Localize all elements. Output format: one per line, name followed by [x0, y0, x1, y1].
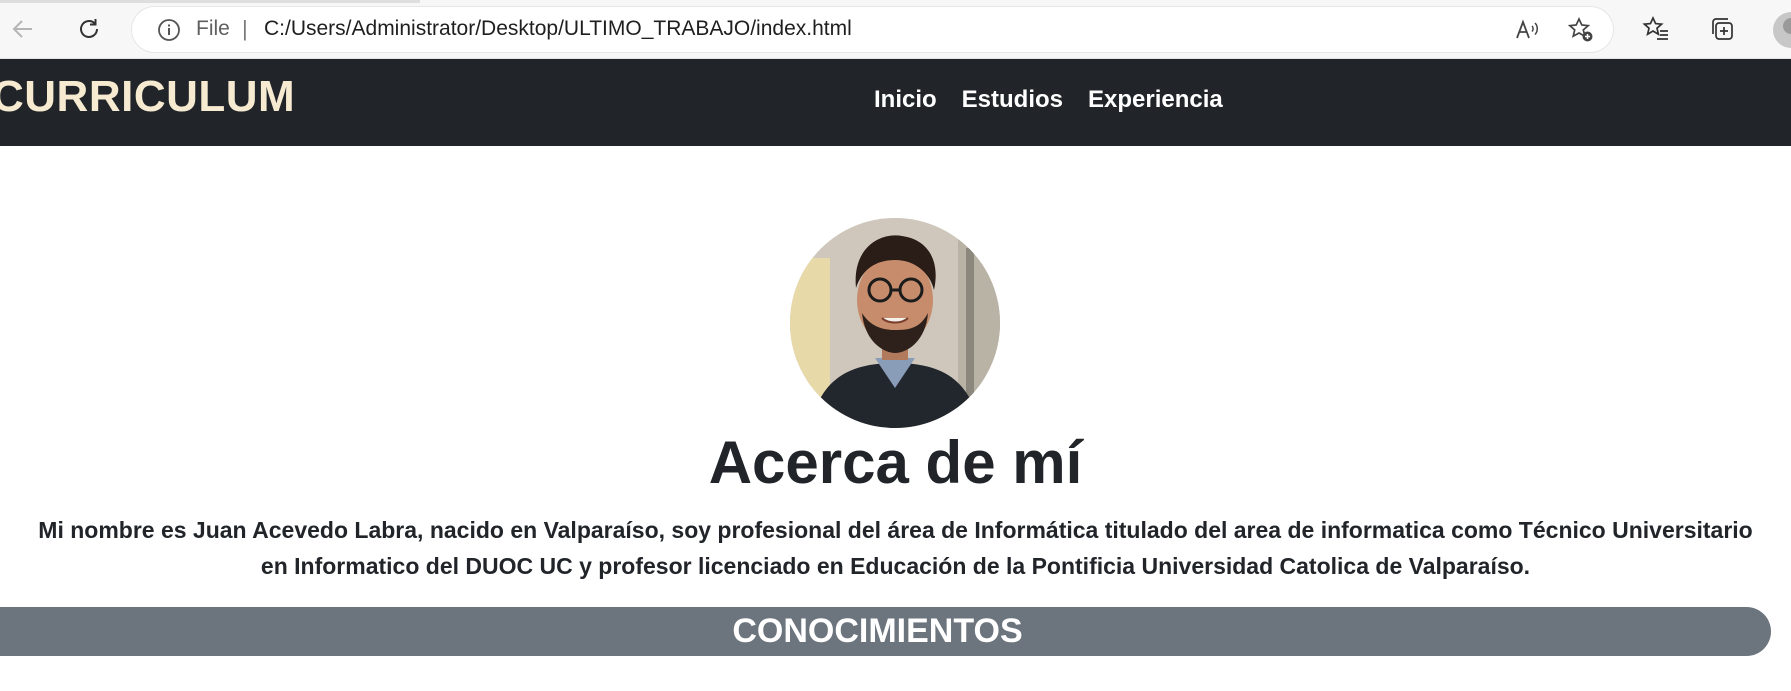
- section-title-conocimientos: CONOCIMIENTOS: [732, 612, 1023, 650]
- tab-strip-edge: [0, 0, 420, 3]
- nav-link-experiencia[interactable]: Experiencia: [1088, 86, 1223, 114]
- address-separator: |: [242, 16, 248, 41]
- about-title: Acerca de mí: [708, 429, 1083, 496]
- brand-logo[interactable]: CURRICULUM: [0, 72, 295, 122]
- site-navbar: CURRICULUM Inicio Estudios Experiencia: [0, 59, 1791, 146]
- refresh-button[interactable]: [70, 10, 108, 48]
- profile-photo: [790, 218, 1000, 428]
- back-arrow-icon: [10, 16, 36, 42]
- profile-avatar[interactable]: [1773, 12, 1791, 48]
- back-button[interactable]: [4, 10, 42, 48]
- nav-links: Inicio Estudios Experiencia: [874, 86, 1223, 114]
- about-paragraph: Mi nombre es Juan Acevedo Labra, nacido …: [38, 517, 1753, 579]
- collections-icon[interactable]: [1705, 12, 1739, 46]
- nav-link-estudios[interactable]: Estudios: [962, 86, 1063, 114]
- favorites-icon[interactable]: [1639, 12, 1673, 46]
- browser-toolbar: File | C:/Users/Administrator/Desktop/UL…: [0, 0, 1791, 59]
- add-favorite-icon[interactable]: [1566, 15, 1596, 45]
- nav-link-inicio[interactable]: Inicio: [874, 86, 937, 114]
- address-bar[interactable]: File | C:/Users/Administrator/Desktop/UL…: [132, 7, 1613, 52]
- url-text[interactable]: C:/Users/Administrator/Desktop/ULTIMO_TR…: [264, 17, 852, 41]
- scheme-label: File: [196, 17, 230, 40]
- refresh-icon: [76, 16, 102, 42]
- info-icon[interactable]: [157, 18, 181, 42]
- read-aloud-icon[interactable]: [1512, 15, 1542, 45]
